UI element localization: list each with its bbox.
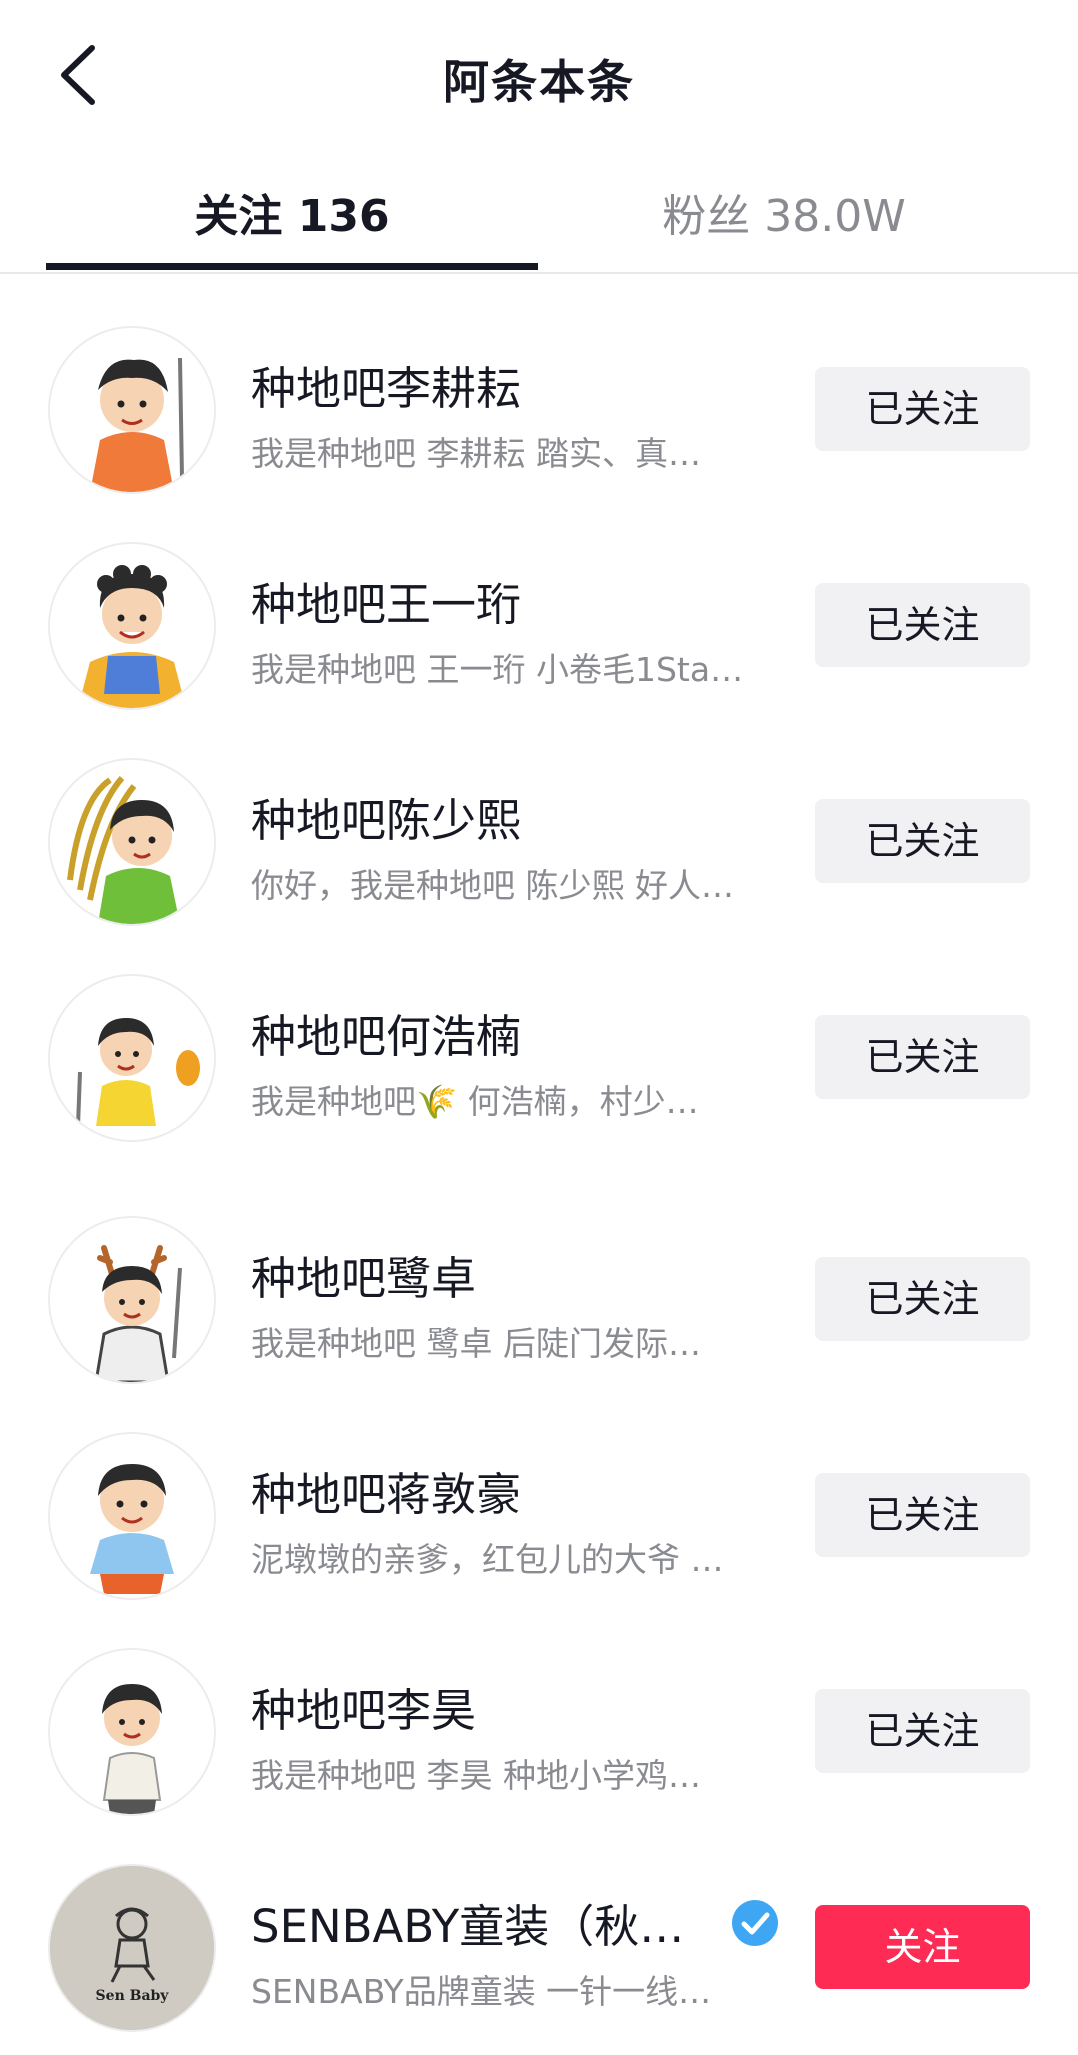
avatar[interactable]	[48, 542, 216, 710]
avatar[interactable]	[48, 1432, 216, 1600]
account-name: 种地吧何浩楠	[251, 1010, 522, 1063]
account-description: 我是种地吧 鹭卓 后陡门发际…	[251, 1324, 701, 1363]
avatar[interactable]	[48, 974, 216, 1142]
top-bar: 阿条本条	[0, 0, 1078, 150]
cartoon-avatar-image	[50, 1218, 214, 1382]
following-button[interactable]: 已关注	[815, 799, 1030, 883]
account-name: 种地吧王一珩	[251, 578, 522, 631]
verified-badge	[730, 1898, 780, 1948]
following-button[interactable]: 已关注	[815, 583, 1030, 667]
account-name: 种地吧李耕耘	[251, 362, 522, 415]
following-button[interactable]: 已关注	[815, 1257, 1030, 1341]
avatar[interactable]	[48, 1216, 216, 1384]
account-name: SENBABY童装（秋…	[251, 1900, 685, 1953]
following-button[interactable]: 已关注	[815, 1015, 1030, 1099]
active-tab-indicator	[46, 263, 538, 270]
account-name: 种地吧陈少熙	[251, 794, 522, 847]
list-item[interactable]: 种地吧陈少熙 你好，我是种地吧 陈少熙 好人… 已关注	[0, 704, 1078, 926]
cartoon-avatar-image	[50, 544, 214, 708]
account-description: 我是种地吧 李昊 种地小学鸡…	[251, 1756, 701, 1795]
brand-logo-text: Sen Baby	[96, 1988, 170, 2004]
list-item[interactable]: 种地吧李耕耘 我是种地吧 李耕耘 踏实、真… 已关注	[0, 272, 1078, 494]
account-description: 我是种地吧 王一珩 小卷毛1Sta…	[251, 650, 744, 689]
tab-following[interactable]: 关注 136	[46, 180, 538, 244]
list-item[interactable]: 种地吧鹭卓 我是种地吧 鹭卓 后陡门发际… 已关注	[0, 1162, 1078, 1384]
tab-bar: 关注 136 粉丝 38.0W	[0, 150, 1078, 274]
list-item[interactable]: Sen Baby SENBABY童装（秋… SENBABY品牌童装 一针一线… …	[0, 1810, 1078, 2032]
account-description: 泥墩墩的亲爹，红包儿的大爷 …	[251, 1540, 724, 1579]
page-title: 阿条本条	[443, 55, 635, 109]
cartoon-avatar-image	[50, 760, 214, 924]
cartoon-avatar-image	[50, 1434, 214, 1598]
list-item[interactable]: 种地吧王一珩 我是种地吧 王一珩 小卷毛1Sta… 已关注	[0, 488, 1078, 710]
brand-logo-image: Sen Baby	[50, 1866, 214, 2030]
cartoon-avatar-image	[50, 1650, 214, 1814]
following-button[interactable]: 已关注	[815, 1473, 1030, 1557]
account-name: 种地吧蒋敦豪	[251, 1468, 522, 1521]
account-description: 你好，我是种地吧 陈少熙 好人…	[251, 866, 734, 905]
account-description: SENBABY品牌童装 一针一线…	[251, 1972, 712, 2011]
account-description: 我是种地吧🌾 何浩楠，村少…	[251, 1082, 699, 1121]
following-button[interactable]: 已关注	[815, 367, 1030, 451]
avatar[interactable]: Sen Baby	[48, 1864, 216, 2032]
account-name: 种地吧李昊	[251, 1684, 477, 1737]
account-name: 种地吧鹭卓	[251, 1252, 477, 1305]
avatar[interactable]	[48, 758, 216, 926]
following-button[interactable]: 已关注	[815, 1689, 1030, 1773]
cartoon-avatar-image	[50, 976, 214, 1140]
cartoon-avatar-image	[50, 328, 214, 492]
avatar[interactable]	[48, 326, 216, 494]
following-list: 种地吧李耕耘 我是种地吧 李耕耘 踏实、真… 已关注 种地吧王一珩 我是种地吧 …	[0, 272, 1078, 2032]
verified-check-icon	[732, 1900, 778, 1946]
account-description: 我是种地吧 李耕耘 踏实、真…	[251, 434, 701, 473]
list-item[interactable]: 种地吧李昊 我是种地吧 李昊 种地小学鸡… 已关注	[0, 1594, 1078, 1816]
tab-fans[interactable]: 粉丝 38.0W	[538, 180, 1030, 244]
list-item[interactable]: 种地吧蒋敦豪 泥墩墩的亲爹，红包儿的大爷 … 已关注	[0, 1378, 1078, 1600]
avatar[interactable]	[48, 1648, 216, 1816]
follow-button[interactable]: 关注	[815, 1905, 1030, 1989]
list-item[interactable]: 种地吧何浩楠 我是种地吧🌾 何浩楠，村少… 已关注	[0, 920, 1078, 1142]
